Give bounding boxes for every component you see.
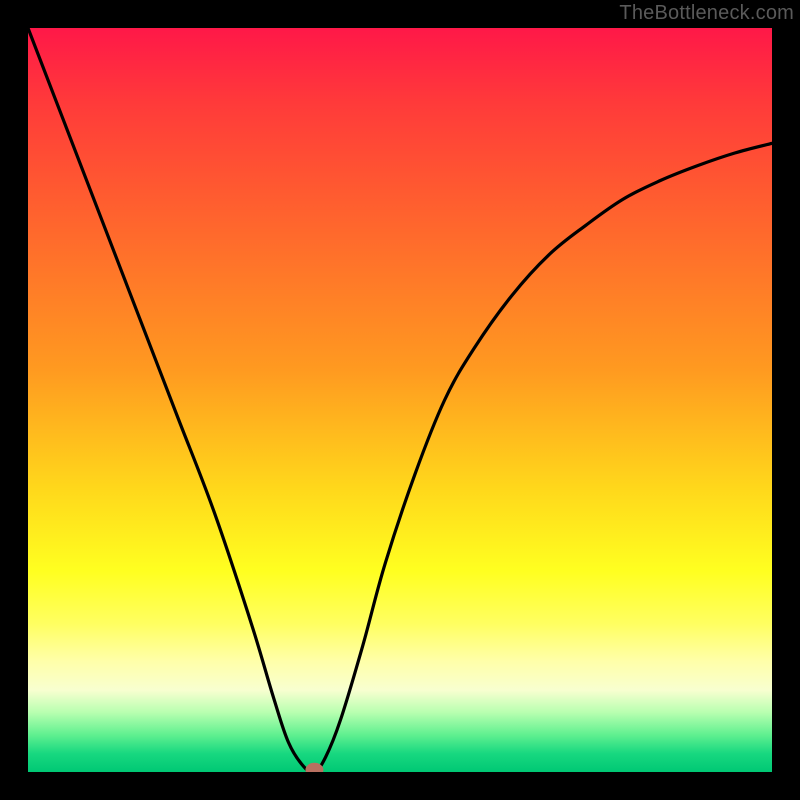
bottleneck-curve bbox=[28, 28, 772, 772]
curve-layer bbox=[28, 28, 772, 772]
watermark-text: TheBottleneck.com bbox=[619, 2, 794, 25]
plot-area bbox=[28, 28, 772, 772]
chart-frame: TheBottleneck.com bbox=[0, 0, 800, 800]
